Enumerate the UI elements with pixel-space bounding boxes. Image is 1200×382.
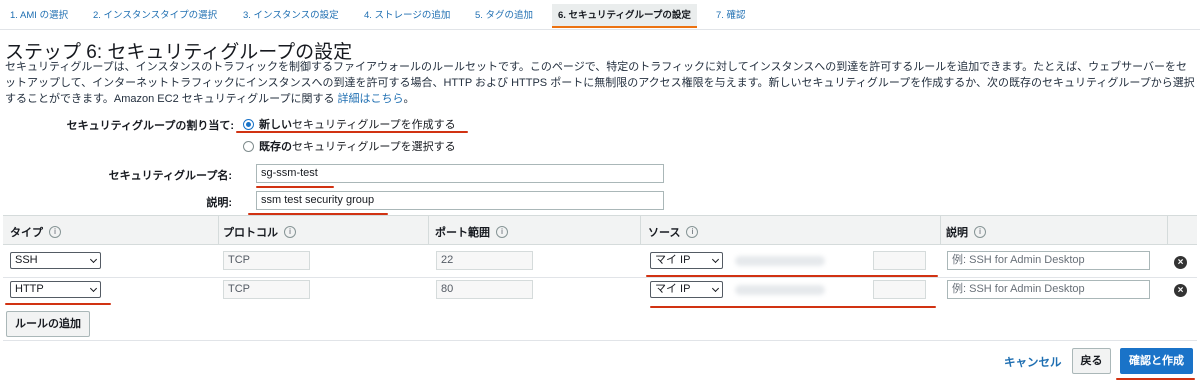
wizard-steps: 1. AMI の選択 2. インスタンスタイプの選択 3. インスタンスの設定 … <box>0 0 1200 30</box>
add-rule-button[interactable]: ルールの追加 <box>6 311 90 337</box>
col-divider <box>428 216 429 244</box>
info-icon[interactable]: i <box>49 226 61 238</box>
type-select-value: HTTP <box>15 283 44 295</box>
sg-name-label: セキュリティグループ名: <box>108 170 232 182</box>
wizard-step-tags[interactable]: 5. タグの追加 <box>475 4 533 28</box>
radio-new-label: セキュリティグループを作成する <box>292 119 456 131</box>
page-description: セキュリティグループは、インスタンスのトラフィックを制御するファイアウォールのル… <box>5 59 1197 107</box>
col-description-label: 説明 <box>946 227 968 239</box>
delete-rule-icon[interactable]: × <box>1174 256 1187 269</box>
cancel-button[interactable]: キャンセル <box>1004 354 1062 370</box>
cidr-field[interactable] <box>873 280 926 299</box>
annotation-underline <box>650 306 936 308</box>
wizard-step-instance-type[interactable]: 2. インスタンスタイプの選択 <box>93 4 217 28</box>
radio-existing-label: セキュリティグループを選択する <box>292 141 456 153</box>
source-select[interactable]: マイ IP <box>650 281 723 298</box>
annotation-underline <box>236 131 468 133</box>
col-port-label: ポート範囲 <box>435 227 490 239</box>
sg-name-input[interactable]: sg-ssm-test <box>256 164 664 183</box>
col-description: 説明 i <box>946 224 986 240</box>
radio-new-sg-indicator[interactable] <box>243 118 254 130</box>
rule-description-input[interactable]: 例: SSH for Admin Desktop <box>947 251 1150 270</box>
col-type: タイプ i <box>10 224 61 240</box>
type-select[interactable]: SSH <box>10 252 101 269</box>
col-source: ソース i <box>648 224 699 240</box>
cidr-field[interactable] <box>873 251 926 270</box>
wizard-step-storage[interactable]: 4. ストレージの追加 <box>364 4 450 28</box>
radio-new-sg[interactable]: 新しい セキュリティグループを作成する <box>243 116 456 132</box>
review-and-launch-button[interactable]: 確認と作成 <box>1120 348 1193 374</box>
sg-desc-label: 説明: <box>206 197 232 209</box>
chevron-down-icon <box>711 284 720 293</box>
info-icon[interactable]: i <box>284 226 296 238</box>
footer-divider <box>3 340 1197 341</box>
sg-description-input[interactable]: ssm test security group <box>256 191 664 210</box>
rule-description-input[interactable]: 例: SSH for Admin Desktop <box>947 280 1150 299</box>
annotation-underline <box>1116 378 1195 380</box>
col-source-label: ソース <box>648 227 681 239</box>
description-suffix: 。 <box>403 93 415 105</box>
source-select[interactable]: マイ IP <box>650 252 723 269</box>
redacted-ip <box>735 256 825 266</box>
source-select-value: マイ IP <box>655 254 691 266</box>
wizard-step-review[interactable]: 7. 確認 <box>716 4 746 28</box>
delete-rule-icon[interactable]: × <box>1174 284 1187 297</box>
rules-table-header: タイプ i プロトコル i ポート範囲 i ソース i 説明 i <box>3 215 1197 245</box>
chevron-down-icon <box>711 255 720 264</box>
protocol-field: TCP <box>223 251 310 270</box>
source-select-value: マイ IP <box>655 283 691 295</box>
back-button[interactable]: 戻る <box>1072 348 1111 374</box>
type-select-value: SSH <box>15 254 38 266</box>
col-divider <box>640 216 641 244</box>
radio-existing-sg[interactable]: 既存の セキュリティグループを選択する <box>243 138 456 154</box>
col-protocol-label: プロトコル <box>223 227 278 239</box>
chevron-down-icon <box>89 255 98 264</box>
radio-existing-sg-indicator[interactable] <box>243 140 254 152</box>
assign-label: セキュリティグループの割り当て: <box>66 120 234 132</box>
row-divider <box>3 277 1197 278</box>
chevron-down-icon <box>89 284 98 293</box>
details-link[interactable]: 詳細はこちら <box>338 93 404 105</box>
type-select[interactable]: HTTP <box>10 281 101 298</box>
wizard-step-ami[interactable]: 1. AMI の選択 <box>10 4 68 28</box>
info-icon[interactable]: i <box>974 226 986 238</box>
annotation-underline <box>5 303 111 305</box>
info-icon[interactable]: i <box>686 226 699 238</box>
col-port: ポート範囲 i <box>435 224 508 240</box>
col-type-label: タイプ <box>10 227 43 239</box>
radio-existing-bold: 既存の <box>259 141 292 153</box>
wizard-step-security-group[interactable]: 6. セキュリティグループの設定 <box>552 4 697 28</box>
wizard-step-instance-config[interactable]: 3. インスタンスの設定 <box>243 4 339 28</box>
port-field: 80 <box>436 280 533 299</box>
protocol-field: TCP <box>223 280 310 299</box>
port-field: 22 <box>436 251 533 270</box>
annotation-underline <box>256 186 334 188</box>
col-protocol: プロトコル i <box>223 224 296 240</box>
radio-new-bold: 新しい <box>259 119 292 131</box>
description-text: セキュリティグループは、インスタンスのトラフィックを制御するファイアウォールのル… <box>5 61 1195 105</box>
col-divider <box>940 216 941 244</box>
col-divider <box>1167 216 1168 244</box>
redacted-ip <box>735 285 825 295</box>
col-divider <box>218 216 219 244</box>
info-icon[interactable]: i <box>496 226 508 238</box>
